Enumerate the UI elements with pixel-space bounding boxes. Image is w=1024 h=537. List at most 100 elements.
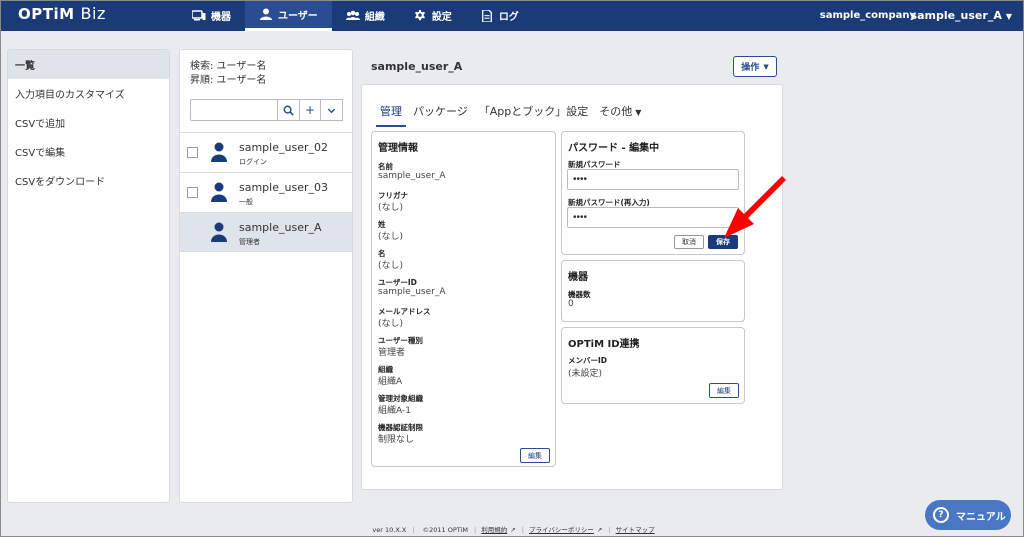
- user-row[interactable]: sample_user_02 ログイン: [180, 132, 352, 172]
- nav-user[interactable]: ユーザー: [245, 0, 332, 31]
- nav-device[interactable]: 機器: [178, 0, 245, 31]
- tab-app-book-settings[interactable]: 「Appとブック」設定: [475, 101, 593, 127]
- field-value: (なし): [378, 232, 404, 242]
- detail-tabs: 管理 パッケージ 「Appとブック」設定 その他 ▼: [376, 101, 648, 127]
- user-list-panel: 検索: ユーザー名 昇順: ユーザー名 + sample_user_02 ログイ…: [179, 49, 353, 503]
- sidebar: 一覧 入力項目のカスタマイズ CSVで追加 CSVで編集 CSVをダウンロード: [7, 49, 170, 503]
- sidebar-item-list[interactable]: 一覧: [8, 50, 169, 79]
- add-user-button[interactable]: +: [299, 99, 322, 121]
- user-rows: sample_user_02 ログイン sample_user_03 一般 sa…: [180, 132, 352, 252]
- sidebar-item-csv-add[interactable]: CSVで追加: [8, 108, 169, 137]
- logo-main: OPTiM: [18, 5, 75, 23]
- nav-label: 機器: [211, 12, 231, 23]
- sidebar-item-customize[interactable]: 入力項目のカスタマイズ: [8, 79, 169, 108]
- nav-label: 設定: [431, 12, 452, 23]
- device-icon: [192, 9, 206, 20]
- member-id-value: (未設定): [568, 369, 603, 379]
- logo-sub: Biz: [80, 4, 106, 23]
- field-value: 管理者: [378, 348, 406, 358]
- row-checkbox[interactable]: [187, 187, 198, 198]
- tab-other[interactable]: その他 ▼: [595, 101, 645, 127]
- user-role: 一般: [239, 198, 253, 206]
- footer-copyright: ©2011 OPTiM: [422, 526, 468, 534]
- operations-button[interactable]: 操作 ▼: [733, 56, 777, 77]
- management-info-card: 管理情報 名前 sample_user_A フリガナ (なし) 姓 (なし) 名…: [371, 131, 556, 467]
- search-info: 検索: ユーザー名 昇順: ユーザー名: [190, 60, 266, 88]
- external-link-icon: ↗: [510, 526, 516, 534]
- user-avatar-icon: [211, 222, 227, 242]
- manual-button[interactable]: ? マニュアル: [925, 500, 1011, 530]
- user-avatar-icon: [211, 142, 227, 162]
- nav-settings[interactable]: 設定: [399, 0, 466, 31]
- search-input[interactable]: [190, 99, 278, 121]
- sidebar-item-csv-download[interactable]: CSVをダウンロード: [8, 166, 169, 195]
- help-icon: ?: [933, 507, 949, 523]
- optim-id-edit-button[interactable]: 編集: [709, 383, 739, 398]
- chevron-down-icon: [327, 108, 336, 113]
- new-password-input[interactable]: [567, 169, 739, 190]
- user-avatar-icon: [211, 182, 227, 202]
- footer-version: ver 10.X.X: [372, 526, 407, 534]
- user-row[interactable]: sample_user_03 一般: [180, 172, 352, 212]
- row-checkbox[interactable]: [187, 147, 198, 158]
- separator: |: [412, 526, 415, 534]
- terms-link[interactable]: 利用規約: [481, 526, 507, 534]
- user-menu[interactable]: sample_user_A ▼: [911, 0, 1012, 31]
- user-row[interactable]: sample_user_A 管理者: [180, 212, 352, 252]
- sort-criteria: 昇順: ユーザー名: [190, 75, 267, 86]
- privacy-link[interactable]: プライバシーポリシー: [529, 526, 594, 534]
- tab-package[interactable]: パッケージ: [409, 101, 472, 127]
- nav-label: 組織: [364, 12, 385, 23]
- chevron-down-icon: ▼: [1005, 12, 1012, 21]
- search-button[interactable]: [278, 99, 300, 121]
- optim-id-card: OPTiM ID連携 メンバーID (未設定) 編集: [561, 327, 745, 404]
- plus-icon: +: [304, 103, 316, 117]
- nav-log[interactable]: ログ: [466, 0, 533, 31]
- cancel-button[interactable]: 取消: [674, 235, 704, 249]
- separator: |: [521, 526, 524, 534]
- caret-down-icon: ▼: [635, 108, 642, 117]
- sitemap-link[interactable]: サイトマップ: [616, 526, 655, 534]
- separator: |: [473, 526, 477, 534]
- device-count-value: 0: [568, 299, 574, 309]
- operations-label: 操作: [741, 63, 760, 73]
- manual-label: マニュアル: [956, 511, 1006, 523]
- field-value: sample_user_A: [378, 171, 446, 181]
- footer: ver 10.X.X | ©2011 OPTiM | 利用規約 ↗ | プライバシーポリ…: [0, 524, 1024, 534]
- log-icon: [481, 9, 492, 22]
- separator: |: [608, 526, 611, 534]
- user-name: sample_user_02: [239, 141, 328, 154]
- field-value: (なし): [378, 203, 404, 213]
- user-role: ログイン: [239, 158, 267, 166]
- search-icon: [283, 105, 294, 116]
- tab-management[interactable]: 管理: [376, 101, 406, 127]
- card-title: OPTiM ID連携: [568, 339, 640, 350]
- sidebar-item-csv-edit[interactable]: CSVで編集: [8, 137, 169, 166]
- field-value: 組織A: [378, 377, 403, 387]
- caret-down-icon: ▼: [763, 62, 769, 71]
- user-icon: [260, 8, 272, 20]
- main-nav: 機器 ユーザー 組織 設定 ログ: [178, 0, 533, 31]
- confirm-password-input[interactable]: [567, 207, 739, 228]
- devices-card: 機器 機器数 0: [561, 260, 745, 322]
- card-title: パスワード - 編集中: [568, 143, 660, 154]
- logo[interactable]: OPTiM Biz: [18, 4, 106, 26]
- field-value: 組織A-1: [378, 406, 411, 416]
- external-link-icon: ↗: [596, 526, 603, 534]
- search-criteria: 検索: ユーザー名: [190, 61, 267, 72]
- nav-organization[interactable]: 組織: [332, 0, 399, 31]
- card-title: 機器: [568, 272, 588, 283]
- dropdown-button[interactable]: [321, 99, 344, 121]
- organization-icon: [345, 10, 360, 20]
- management-edit-button[interactable]: 編集: [520, 448, 550, 463]
- field-value: sample_user_A: [378, 287, 446, 297]
- field-value: (なし): [378, 261, 404, 271]
- search-row: +: [190, 99, 344, 121]
- field-value: (なし): [378, 319, 404, 329]
- field-value: 制限なし: [378, 435, 415, 445]
- user-menu-label: sample_user_A: [910, 9, 1002, 22]
- gear-icon: [414, 9, 425, 20]
- tab-other-label: その他: [599, 105, 633, 118]
- top-bar: OPTiM Biz 機器 ユーザー 組織 設定 ログ sample_compan…: [0, 0, 1024, 31]
- member-id-label: メンバーID: [568, 356, 608, 365]
